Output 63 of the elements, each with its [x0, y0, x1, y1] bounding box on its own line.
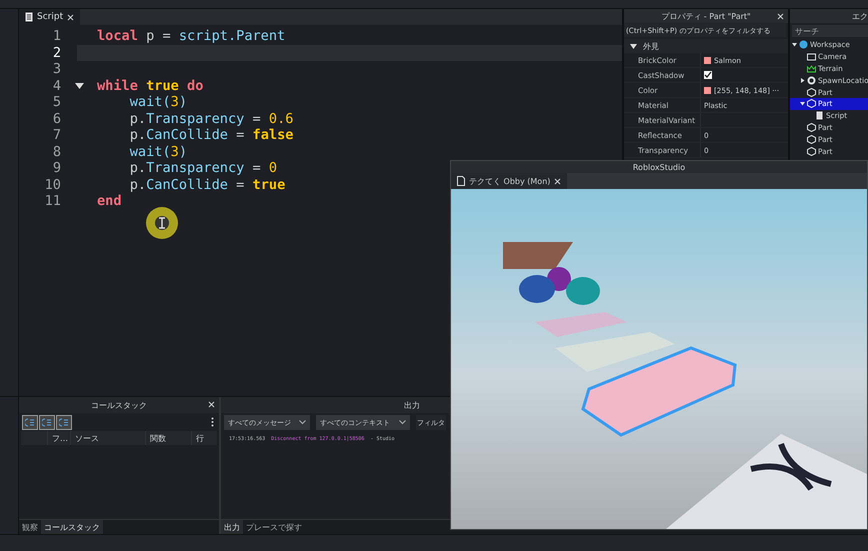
close-icon[interactable]: [208, 401, 215, 408]
line-number: 9: [52, 160, 61, 176]
step-button[interactable]: [56, 414, 72, 430]
column-header[interactable]: 行: [191, 431, 216, 445]
column-header[interactable]: ソース: [70, 431, 145, 445]
checkmark-icon: [704, 71, 712, 79]
step-icon: [42, 418, 52, 426]
checkbox[interactable]: [704, 71, 712, 79]
expand-arrow-icon[interactable]: [630, 42, 637, 50]
cursor-icon: [144, 205, 180, 241]
panel-tab[interactable]: プレースで探す: [243, 520, 305, 534]
line-number: 1: [52, 28, 61, 44]
code-line: wait(3): [128, 144, 188, 160]
code-line: end: [97, 193, 122, 210]
globe-icon: [799, 40, 808, 50]
line-number: 8: [52, 144, 61, 160]
search-field[interactable]: サーチ: [792, 25, 868, 37]
line-number: 5: [52, 94, 61, 110]
code-line: p.CanCollide = true: [128, 176, 286, 193]
section-label: 外見: [643, 40, 659, 52]
line-number: 11: [44, 193, 61, 210]
code-line: p.Transparency = 0: [128, 160, 278, 176]
expand-arrow-icon[interactable]: [800, 101, 805, 106]
panel-tab[interactable]: コールスタック: [41, 520, 103, 534]
panel-title: コールスタック: [91, 400, 147, 410]
more-icon[interactable]: [211, 417, 214, 427]
code-line: p.CanCollide = false: [128, 127, 294, 144]
fold-arrow-icon[interactable]: [74, 82, 84, 89]
line-number: 6: [52, 110, 61, 127]
window-title: RobloxStudio: [632, 162, 686, 172]
camera-icon: [807, 52, 816, 62]
code-line: p.Transparency = 0.6: [128, 110, 294, 127]
code-line: local p = script.Parent: [97, 28, 286, 44]
document-icon: [25, 12, 33, 22]
step-icon: [59, 418, 69, 426]
close-icon[interactable]: [67, 14, 74, 20]
line-number: 4: [52, 78, 61, 94]
chevron-icon: [299, 420, 306, 425]
column-header[interactable]: フ…: [47, 431, 70, 445]
script-tab[interactable]: Script: [19, 9, 80, 25]
step-button[interactable]: [39, 414, 55, 430]
document-icon: [457, 176, 465, 186]
expand-arrow-icon[interactable]: [792, 42, 797, 48]
panel-title: プロパティ - Part "Part": [661, 10, 751, 22]
line-number: 2: [52, 44, 61, 61]
code-line: while true do: [97, 78, 204, 94]
column-header[interactable]: 関数: [145, 431, 191, 445]
step-icon: [25, 418, 35, 426]
code-line: wait(3): [128, 94, 188, 110]
close-icon[interactable]: [554, 178, 562, 184]
close-icon[interactable]: [777, 13, 784, 20]
expand-arrow-icon[interactable]: [800, 78, 805, 83]
line-number: 7: [52, 127, 61, 144]
panel-title: エク: [852, 10, 868, 22]
line-number: 10: [44, 176, 61, 193]
chevron-icon: [399, 420, 406, 425]
step-button[interactable]: [22, 414, 38, 430]
line-number: 3: [52, 61, 61, 78]
panel-title: 出力: [404, 400, 420, 410]
panel-tab[interactable]: 出力: [221, 520, 243, 534]
panel-tab[interactable]: 観察: [19, 520, 41, 534]
place-tab[interactable]: テクてく Obby (Mon): [451, 173, 568, 189]
document-icon: [815, 111, 824, 120]
